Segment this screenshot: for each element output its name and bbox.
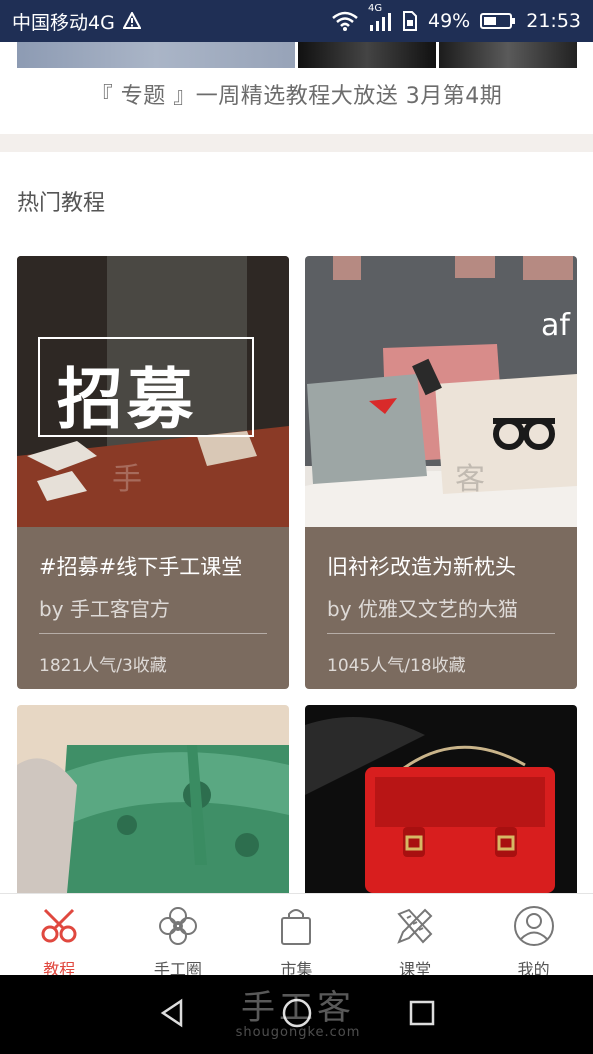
battery-percent: 49% (428, 10, 471, 32)
tab-craft-circle[interactable]: 手工圈 (119, 894, 238, 979)
tutorial-card-author[interactable]: by 优雅又文艺的大猫 (327, 593, 518, 622)
banner-image-1[interactable] (17, 42, 295, 68)
pencil-ruler-icon (393, 904, 437, 952)
tutorial-card[interactable]: af 客 旧衬衫改造为新枕头 by 优雅又文艺的大猫 1045人气/18收藏 (305, 256, 577, 689)
status-bar: 中国移动4G 4G 49% 21:53 (0, 0, 593, 42)
tutorial-card-divider (39, 633, 267, 634)
wifi-icon (332, 11, 358, 31)
tutorial-card[interactable]: 招募 手 #招募#线下手工课堂 by 手工客官方 1821人气/3收藏 (17, 256, 289, 689)
tutorial-card-author[interactable]: by 手工客官方 (39, 593, 170, 622)
banner-image-2[interactable] (298, 42, 436, 68)
tab-classroom[interactable]: 课堂 (356, 894, 475, 979)
clock: 21:53 (526, 10, 581, 32)
network-type-label: 4G (368, 3, 383, 14)
tutorial-card-image[interactable] (305, 705, 577, 893)
tutorial-card-stats: 1821人气/3收藏 (39, 656, 167, 676)
banner-carousel[interactable] (0, 42, 593, 68)
tutorial-card-image-text: af (541, 308, 570, 343)
tutorial-card-image-text: 招募 (57, 361, 197, 438)
banner-caption[interactable]: 『 专题 』一周精选教程大放送 3月第4期 (0, 78, 593, 110)
battery-icon (480, 11, 516, 31)
tutorial-card[interactable] (305, 705, 577, 893)
user-icon (512, 904, 556, 952)
brand-watermark: 手工客 (241, 988, 355, 1028)
tab-tutorials[interactable]: 教程 (0, 894, 119, 979)
section-title: 热门教程 (17, 191, 106, 216)
tutorial-card-info[interactable]: #招募#线下手工课堂 by 手工客官方 1821人气/3收藏 (17, 527, 289, 689)
tutorial-card-image[interactable] (17, 705, 289, 893)
tutorial-card-stats: 1045人气/18收藏 (327, 656, 466, 676)
tutorial-card-divider (327, 633, 555, 634)
image-watermark: 客 (455, 462, 485, 497)
image-watermark: 手 (112, 462, 142, 497)
back-icon[interactable] (157, 998, 187, 1032)
notification-icon (122, 12, 141, 30)
brand-watermark-url: shougongke.com (235, 1025, 361, 1040)
section-divider (0, 134, 593, 152)
bottom-navigation: 教程 手工圈 市集 课堂 我的 (0, 893, 593, 979)
tutorial-card-image[interactable]: 招募 手 (17, 256, 289, 527)
sim-icon (402, 11, 418, 31)
banner-image-3[interactable] (439, 42, 577, 68)
scissors-icon (37, 904, 81, 952)
carrier-label: 中国移动4G (12, 11, 115, 34)
recents-icon[interactable] (408, 999, 436, 1031)
tutorial-card[interactable] (17, 705, 289, 893)
tutorial-card-image[interactable]: af 客 (305, 256, 577, 527)
tutorial-card-info[interactable]: 旧衬衫改造为新枕头 by 优雅又文艺的大猫 1045人气/18收藏 (305, 527, 577, 689)
flower-icon (156, 904, 200, 952)
shopping-bag-icon (274, 904, 318, 952)
signal-icon: 4G (368, 3, 392, 31)
tab-market[interactable]: 市集 (237, 894, 356, 979)
tutorial-card-title[interactable]: 旧衬衫改造为新枕头 (327, 551, 516, 581)
tab-profile[interactable]: 我的 (474, 894, 593, 979)
tutorial-card-title[interactable]: #招募#线下手工课堂 (39, 551, 242, 581)
